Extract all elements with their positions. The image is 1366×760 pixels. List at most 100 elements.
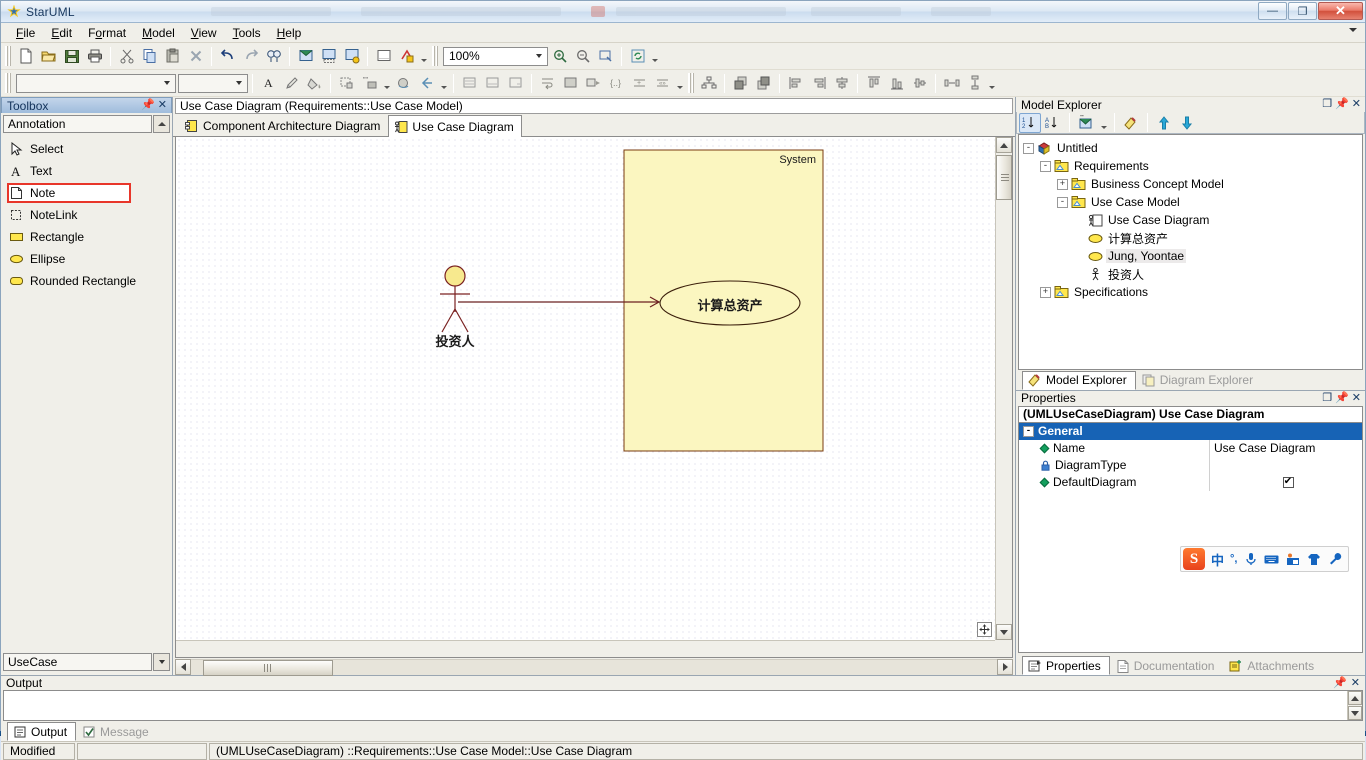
cut-icon[interactable] [115,45,138,67]
toolbox-item-ellipse[interactable]: Ellipse [1,248,172,270]
tree-node-use-case-diagram[interactable]: Use Case Diagram [1023,211,1362,229]
property-value[interactable]: Use Case Diagram [1209,439,1362,457]
zoom-in-icon[interactable] [548,45,571,67]
font-size-combo[interactable] [178,73,248,93]
format-toolbar-grip[interactable] [5,73,11,93]
model-explorer-tree[interactable]: - Untitled - Requirements + Business Con… [1018,134,1363,370]
output-text-area[interactable] [3,690,1363,721]
new-file-icon[interactable] [14,45,37,67]
fill-color-icon[interactable] [303,72,326,94]
pin-icon[interactable]: 📌 [1333,677,1347,689]
copy-icon[interactable] [138,45,161,67]
toolbox-item-text[interactable]: A Text [1,160,172,182]
menu-file[interactable]: File [9,24,42,42]
chevron-down-icon[interactable] [231,75,247,92]
explorer-tab-strip[interactable]: Model Explorer Diagram Explorer [1016,369,1365,390]
tree-node-usecase-jisuan[interactable]: 计算总资产 [1023,229,1362,247]
window-controls[interactable]: — ❐ ✕ [1258,2,1363,20]
format-overflow-arrow-4[interactable] [986,72,997,94]
pin-icon[interactable]: 📌 [1335,99,1349,110]
tree-node-usecase-jung-yoontae[interactable]: Jung, Yoontae [1023,247,1362,265]
layout-diagram-icon[interactable] [697,72,720,94]
close-button[interactable]: ✕ [1318,2,1363,20]
properties-section-general[interactable]: - General [1019,422,1362,440]
tree-node-actor-touzairen[interactable]: 投资人 [1023,265,1362,283]
redo-icon[interactable] [239,45,262,67]
font-family-combo[interactable] [16,73,176,93]
tree-node-use-case-model[interactable]: - Use Case Model [1023,193,1362,211]
scroll-down-button[interactable] [1348,706,1362,720]
pin-icon[interactable]: 📌 [141,100,155,111]
chevron-down-icon[interactable] [1349,28,1357,32]
diagram-canvas[interactable]: System 计算总资产 投资人 [176,137,995,640]
find-icon[interactable] [262,45,285,67]
tab-attachments[interactable]: Attachments [1223,656,1323,675]
toolbox-item-note[interactable]: Note [1,182,172,204]
tab-use-case-diagram[interactable]: Use Case Diagram [388,115,522,137]
pan-move-icon[interactable] [977,622,992,637]
canvas-horizontal-scrollbar[interactable] [176,640,995,657]
shadow-icon[interactable] [392,72,415,94]
scroll-up-button[interactable] [996,137,1012,153]
canvas-vertical-scrollbar[interactable] [995,137,1012,640]
move-up-icon[interactable] [1153,113,1175,133]
close-icon[interactable]: ✕ [1351,677,1360,689]
auto-resize-icon[interactable] [415,72,438,94]
show-signature-icon[interactable]: «» [651,72,674,94]
editor-horizontal-scrollbar[interactable] [175,658,1013,676]
format-toolbar[interactable]: A "" {..} + «» [1,70,1365,97]
horizontal-scroll-track[interactable] [191,658,997,676]
keyboard-icon[interactable] [1264,552,1279,567]
chevron-down-icon[interactable] [159,75,175,92]
menu-edit[interactable]: Edit [44,24,79,42]
tree-node-untitled[interactable]: - Untitled [1023,139,1362,157]
format-overflow-arrow-2[interactable] [438,72,449,94]
toolbox-item-select[interactable]: Select [1,138,172,160]
align-center-icon[interactable] [830,72,853,94]
property-row-name[interactable]: Name Use Case Diagram [1019,439,1362,457]
align-right-icon[interactable] [807,72,830,94]
zoom-level-combo[interactable]: 100% [443,46,548,66]
settings-icon[interactable] [1327,552,1342,567]
tab-properties[interactable]: Properties [1022,656,1110,675]
menu-format[interactable]: Format [81,24,133,42]
scroll-left-button[interactable] [175,658,191,675]
tab-component-architecture-diagram[interactable]: Component Architecture Diagram [179,115,389,136]
scroll-right-button[interactable] [997,658,1013,675]
refresh-icon[interactable] [626,45,649,67]
filter-dropdown-arrow[interactable] [1098,112,1109,134]
menu-help[interactable]: Help [270,24,309,42]
font-color-icon[interactable]: A [257,72,280,94]
add-subdiagram-icon[interactable] [317,45,340,67]
show-visibility-icon[interactable]: + [628,72,651,94]
menu-bar[interactable]: File Edit Format Model View Tools Help [1,23,1365,43]
sogou-logo-icon[interactable]: S [1183,548,1205,570]
toolbox-item-rectangle[interactable]: Rectangle [1,226,172,248]
line-color-icon[interactable] [280,72,303,94]
bring-to-front-icon[interactable] [729,72,752,94]
sort-numeric-icon[interactable]: 12 [1019,112,1041,133]
scroll-up-icon[interactable] [153,115,170,133]
toolbox-icon[interactable] [1285,552,1300,567]
open-folder-icon[interactable] [37,45,60,67]
sort-alpha-icon[interactable]: AB [1042,113,1064,133]
align-middle-icon[interactable] [908,72,931,94]
property-row-defaultdiagram[interactable]: DefaultDiagram ✔ [1019,473,1362,491]
print-icon[interactable] [83,45,106,67]
chevron-down-icon[interactable] [531,48,547,65]
scroll-down-button[interactable] [996,624,1012,640]
tree-toggle[interactable]: - [1023,425,1034,437]
align-top-icon[interactable] [862,72,885,94]
properties-grid[interactable]: - General Name Use Case Diagram DiagramT… [1018,422,1363,653]
toolbox-item-list[interactable]: Select A Text Note NoteLink Rectangle El… [1,134,172,652]
tree-toggle[interactable]: - [1023,142,1034,154]
vertical-scroll-thumb[interactable] [996,155,1012,200]
zoom-out-icon[interactable] [571,45,594,67]
space-vertically-icon[interactable] [963,72,986,94]
tree-toggle[interactable]: + [1040,286,1051,298]
format-overflow-arrow-3[interactable] [674,72,685,94]
scroll-up-button[interactable] [1348,691,1362,705]
diagram-tab-strip[interactable]: Component Architecture Diagram Use Case … [173,114,1015,137]
menu-tools[interactable]: Tools [226,24,268,42]
diagram-props-icon[interactable] [340,45,363,67]
